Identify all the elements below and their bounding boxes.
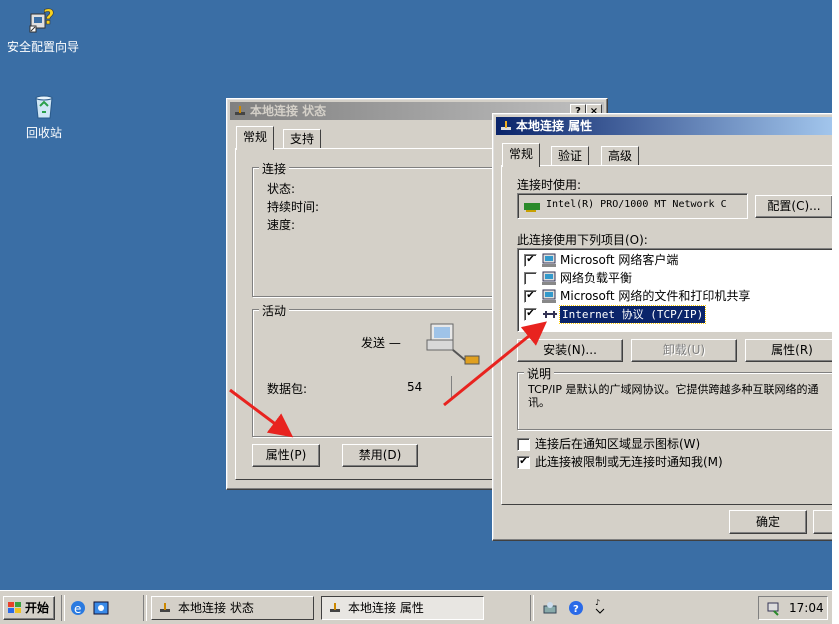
network-connection-icon	[160, 603, 170, 612]
load-balance-icon	[542, 271, 556, 285]
notify-label: 此连接被限制或无连接时通知我(M)	[535, 455, 723, 469]
tab-advanced[interactable]: 高级	[601, 146, 640, 165]
desktop-icon-recycle-bin[interactable]: 回收站	[4, 90, 84, 141]
svg-text:?: ?	[573, 604, 579, 615]
show-desktop-icon[interactable]	[93, 600, 109, 616]
components-list[interactable]: ✔ Microsoft 网络客户端 网络负载平衡 ✔ Microsoft 网络的…	[517, 248, 839, 332]
network-adapter-icon	[524, 203, 540, 212]
taskbar-item-label: 本地连接 状态	[178, 601, 254, 615]
taskbar-item-properties[interactable]: 本地连接 属性	[321, 596, 484, 620]
status-window-title: 本地连接 状态	[250, 104, 327, 118]
network-connection-icon	[330, 603, 340, 612]
tool-icon[interactable]	[542, 600, 558, 616]
packets-sent-value: 54	[407, 380, 423, 394]
desktop-icon-security-wizard[interactable]: ? 安全配置向导	[3, 4, 83, 55]
network-client-icon	[542, 253, 556, 267]
start-label: 开始	[24, 601, 49, 615]
tab-support[interactable]: 支持	[283, 129, 322, 148]
properties-window-titlebar[interactable]: 本地连接 属性	[496, 117, 839, 135]
clock[interactable]: 17:04	[789, 601, 824, 615]
file-share-icon	[542, 289, 556, 303]
speed-label: 速度:	[267, 218, 296, 232]
activity-divider	[451, 376, 452, 398]
item-label: Microsoft 网络客户端	[560, 253, 679, 267]
item-checkbox[interactable]	[524, 272, 537, 285]
sent-label: 发送 —	[361, 336, 401, 350]
network-tray-icon[interactable]	[766, 601, 782, 616]
properties-window: 本地连接 属性 常规 验证 高级 连接时使用: Intel(R) PRO/100…	[492, 113, 839, 541]
adapter-box: Intel(R) PRO/1000 MT Network C	[517, 193, 748, 219]
protocol-icon	[543, 311, 557, 318]
status-properties-button[interactable]: 属性(P)	[252, 444, 320, 467]
quick-launch-more-icon[interactable]: ♪	[594, 597, 606, 615]
notify-checkbox[interactable]: ✔	[517, 456, 530, 469]
connect-using-label: 连接时使用:	[517, 178, 582, 192]
taskbar-item-label: 本地连接 属性	[348, 601, 424, 615]
install-button[interactable]: 安装(N)...	[517, 339, 623, 362]
screen-border	[832, 0, 839, 624]
item-properties-button[interactable]: 属性(R)	[745, 339, 839, 362]
item-checkbox[interactable]: ✔	[524, 308, 537, 321]
windows-logo-icon	[8, 602, 21, 613]
item-checkbox[interactable]: ✔	[524, 254, 537, 267]
adapter-name: Intel(R) PRO/1000 MT Network C	[546, 199, 727, 210]
description-group-label: 说明	[524, 365, 555, 382]
configure-button[interactable]: 配置(C)...	[755, 195, 833, 218]
activity-group-label: 活动	[259, 302, 290, 319]
duration-label: 持续时间:	[267, 200, 320, 214]
connection-group-label: 连接	[259, 160, 290, 177]
tab-authentication[interactable]: 验证	[551, 146, 590, 165]
taskbar: 开始 e 本地连接 状态 本地连接 属性 ? ♪ 17:04	[0, 590, 832, 624]
description-text: TCP/IP 是默认的广域网协议。它提供跨越多种互联网络的通讯。	[528, 383, 819, 409]
svg-text:♪: ♪	[595, 598, 600, 607]
tab-general[interactable]: 常规	[502, 143, 541, 167]
network-connection-icon	[235, 106, 245, 115]
item-label: 网络负载平衡	[560, 271, 633, 285]
ie-icon[interactable]: e	[70, 600, 86, 616]
tab-general[interactable]: 常规	[236, 126, 275, 150]
uninstall-button[interactable]: 卸载(U)	[631, 339, 737, 362]
ok-button[interactable]: 确定	[729, 510, 807, 534]
taskbar-separator	[61, 595, 65, 621]
taskbar-separator	[143, 595, 147, 621]
svg-text:e: e	[74, 602, 81, 616]
activity-computers-icon	[426, 323, 480, 365]
desktop-icon-label: 回收站	[25, 126, 62, 140]
help-center-icon[interactable]: ?	[568, 600, 584, 616]
start-button[interactable]: 开始	[3, 596, 55, 620]
taskbar-item-status[interactable]: 本地连接 状态	[151, 596, 314, 620]
network-connection-icon	[501, 121, 511, 130]
show-icon-label: 连接后在通知区域显示图标(W)	[535, 437, 701, 451]
packets-label: 数据包:	[267, 382, 308, 396]
security-wizard-icon: ?	[29, 5, 55, 33]
items-label: 此连接使用下列项目(O):	[517, 233, 648, 247]
system-tray: 17:04	[758, 596, 828, 620]
item-checkbox[interactable]: ✔	[524, 290, 537, 303]
item-label: Internet 协议 (TCP/IP)	[558, 305, 707, 324]
description-group: 说明 TCP/IP 是默认的广域网协议。它提供跨越多种互联网络的通讯。	[517, 365, 839, 430]
item-label: Microsoft 网络的文件和打印机共享	[560, 289, 751, 303]
show-icon-checkbox[interactable]	[517, 438, 530, 451]
desktop: ? 安全配置向导 回收站 本地连接 状态 ? × 常规 支持 连接 状态: 持续…	[0, 0, 839, 590]
taskbar-separator	[530, 595, 534, 621]
recycle-bin-icon	[35, 95, 53, 119]
disable-button[interactable]: 禁用(D)	[342, 444, 418, 467]
properties-tab-panel: 连接时使用: Intel(R) PRO/1000 MT Network C 配置…	[501, 165, 839, 505]
desktop-icon-label: 安全配置向导	[6, 40, 79, 54]
status-label: 状态:	[267, 182, 296, 196]
properties-window-title: 本地连接 属性	[516, 119, 593, 133]
svg-text:?: ?	[43, 5, 55, 29]
